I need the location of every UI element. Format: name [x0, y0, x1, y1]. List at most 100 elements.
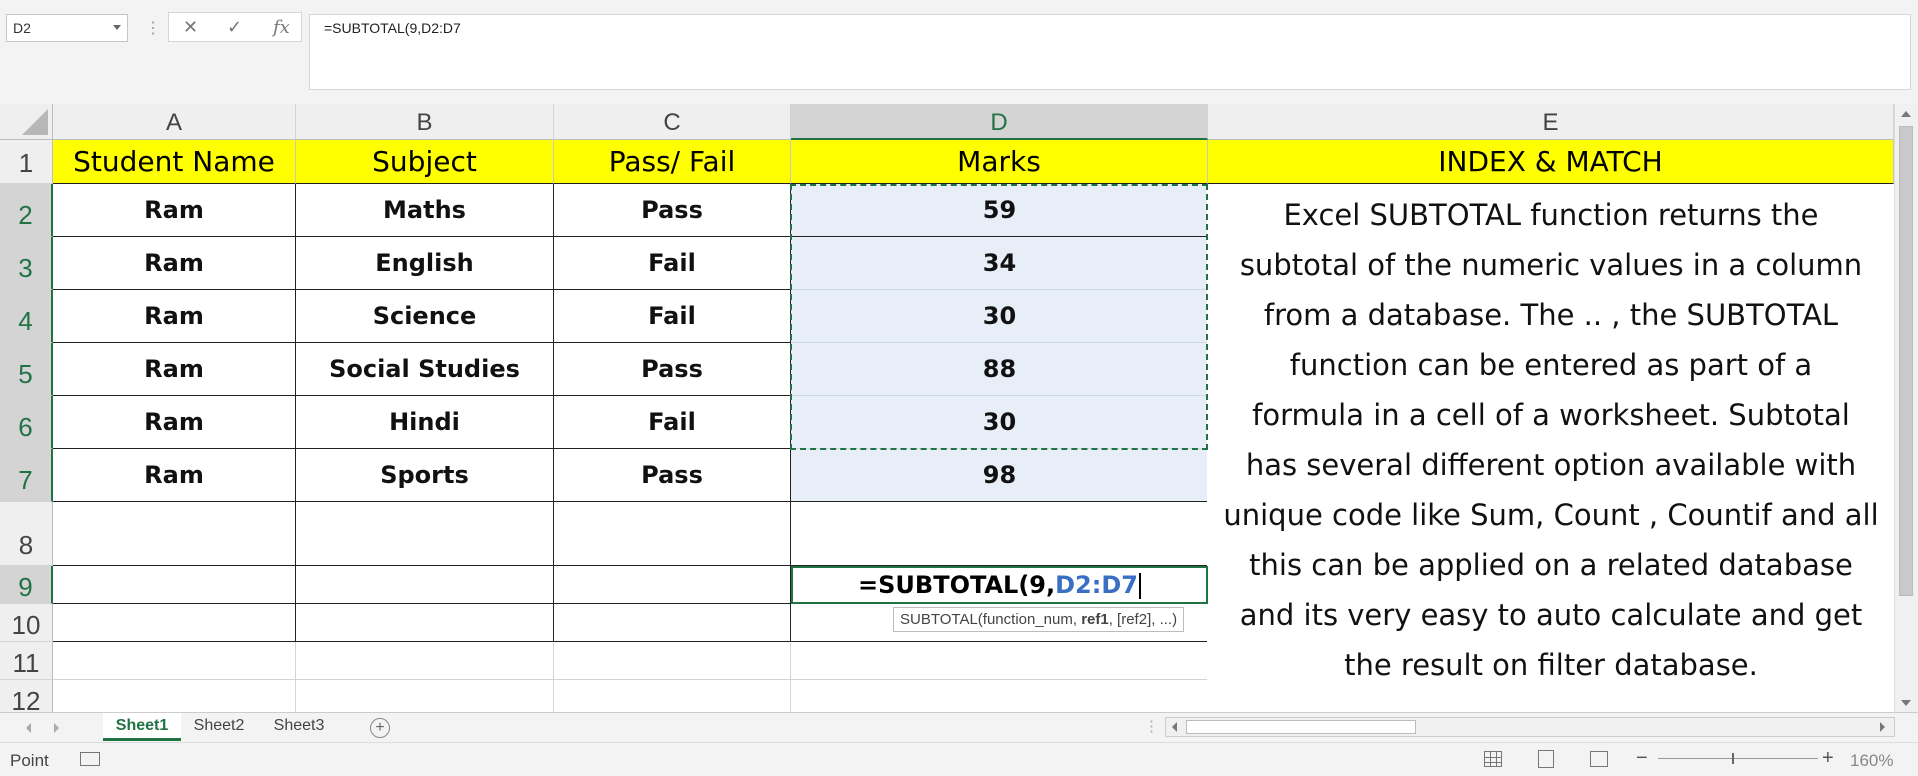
- chevron-down-icon[interactable]: [113, 25, 121, 30]
- scroll-right-icon[interactable]: [1880, 722, 1885, 732]
- cell-d12[interactable]: [791, 680, 1208, 716]
- horizontal-scroll-thumb[interactable]: [1186, 720, 1416, 734]
- cell-b6[interactable]: Hindi: [296, 396, 554, 449]
- row-header-10[interactable]: 10: [0, 604, 53, 642]
- row-header-6[interactable]: 6: [0, 396, 53, 449]
- row-header-12[interactable]: 12: [0, 680, 53, 716]
- cell-c2[interactable]: Pass: [554, 184, 791, 237]
- cell-a2[interactable]: Ram: [53, 184, 296, 237]
- zoom-level[interactable]: 160%: [1850, 751, 1893, 771]
- tab-sheet2[interactable]: Sheet2: [183, 713, 255, 741]
- macro-record-icon[interactable]: [80, 752, 100, 766]
- row-header-5[interactable]: 5: [0, 343, 53, 396]
- cell-a1[interactable]: Student Name: [53, 140, 296, 184]
- cell-b2[interactable]: Maths: [296, 184, 554, 237]
- cell-a11[interactable]: [53, 642, 296, 680]
- tab-sheet3[interactable]: Sheet3: [264, 713, 334, 741]
- cell-e1[interactable]: INDEX & MATCH: [1208, 140, 1894, 184]
- cell-c4[interactable]: Fail: [554, 290, 791, 343]
- cell-d8[interactable]: [791, 502, 1208, 566]
- column-header-d[interactable]: D: [791, 104, 1208, 140]
- formula-bar-grip-icon[interactable]: ⋮: [145, 18, 161, 38]
- cell-a8[interactable]: [53, 502, 296, 566]
- description-text[interactable]: Excel SUBTOTAL function returns the subto…: [1207, 188, 1894, 716]
- column-header-e[interactable]: E: [1208, 104, 1894, 140]
- cell-b7[interactable]: Sports: [296, 449, 554, 502]
- cell-a3[interactable]: Ram: [53, 237, 296, 290]
- cell-c5[interactable]: Pass: [554, 343, 791, 396]
- cell-a10[interactable]: [53, 604, 296, 642]
- cell-d6[interactable]: 30: [791, 396, 1208, 449]
- function-tooltip[interactable]: SUBTOTAL(function_num, ref1, [ref2], ...…: [893, 607, 1185, 632]
- cell-c7[interactable]: Pass: [554, 449, 791, 502]
- row-header-8[interactable]: 8: [0, 502, 53, 566]
- cell-a6[interactable]: Ram: [53, 396, 296, 449]
- select-all-corner[interactable]: [0, 104, 53, 140]
- cell-d3[interactable]: 34: [791, 237, 1208, 290]
- tab-scroll-left-icon[interactable]: [26, 723, 31, 733]
- page-break-preview-icon[interactable]: [1590, 751, 1608, 767]
- cell-d9-editor[interactable]: =SUBTOTAL(9,D2:D7: [791, 566, 1208, 604]
- cell-b4[interactable]: Science: [296, 290, 554, 343]
- cell-a5[interactable]: Ram: [53, 343, 296, 396]
- cell-c12[interactable]: [554, 680, 791, 716]
- cell-b1[interactable]: Subject: [296, 140, 554, 184]
- name-box[interactable]: D2: [6, 14, 128, 42]
- horizontal-scrollbar[interactable]: [1165, 717, 1895, 737]
- vertical-scrollbar[interactable]: [1894, 104, 1918, 716]
- vertical-scroll-thumb[interactable]: [1899, 126, 1913, 596]
- worksheet-grid[interactable]: A B C D E 1 2 3 4 5 6 7 8 9 10 11 12 Stu…: [0, 104, 1894, 716]
- column-header-a[interactable]: A: [53, 104, 296, 140]
- cell-d5[interactable]: 88: [791, 343, 1208, 396]
- cell-c9[interactable]: [554, 566, 791, 604]
- tab-splitter-icon[interactable]: ⋮: [1144, 717, 1159, 735]
- x-icon[interactable]: ✕: [183, 17, 198, 38]
- cell-d4[interactable]: 30: [791, 290, 1208, 343]
- cell-b3[interactable]: English: [296, 237, 554, 290]
- cell-c6[interactable]: Fail: [554, 396, 791, 449]
- formula-input[interactable]: =SUBTOTAL(9,D2:D7: [309, 14, 1911, 90]
- scroll-down-icon[interactable]: [1901, 700, 1911, 706]
- fx-icon[interactable]: fx: [273, 17, 290, 38]
- cell-a9[interactable]: [53, 566, 296, 604]
- page-layout-icon[interactable]: [1538, 750, 1554, 768]
- zoom-slider[interactable]: [1658, 758, 1818, 759]
- check-icon[interactable]: ✓: [227, 17, 242, 38]
- cell-b11[interactable]: [296, 642, 554, 680]
- zoom-in-icon[interactable]: +: [1822, 747, 1834, 770]
- row-header-4[interactable]: 4: [0, 290, 53, 343]
- cell-a12[interactable]: [53, 680, 296, 716]
- cell-b8[interactable]: [296, 502, 554, 566]
- cell-c10[interactable]: [554, 604, 791, 642]
- scroll-up-icon[interactable]: [1901, 111, 1911, 117]
- cell-d2[interactable]: 59: [791, 184, 1208, 237]
- cell-a7[interactable]: Ram: [53, 449, 296, 502]
- cell-c3[interactable]: Fail: [554, 237, 791, 290]
- normal-view-icon[interactable]: [1484, 751, 1502, 767]
- row-header-7[interactable]: 7: [0, 449, 53, 502]
- cell-b5[interactable]: Social Studies: [296, 343, 554, 396]
- cell-c1[interactable]: Pass/ Fail: [554, 140, 791, 184]
- scroll-left-icon[interactable]: [1172, 722, 1177, 732]
- column-header-b[interactable]: B: [296, 104, 554, 140]
- row-header-2[interactable]: 2: [0, 184, 53, 237]
- cell-a4[interactable]: Ram: [53, 290, 296, 343]
- cell-d11[interactable]: [791, 642, 1208, 680]
- row-header-1[interactable]: 1: [0, 140, 53, 184]
- cell-d7[interactable]: 98: [791, 449, 1208, 502]
- cell-b9[interactable]: [296, 566, 554, 604]
- tab-sheet1[interactable]: Sheet1: [103, 713, 181, 741]
- cell-b10[interactable]: [296, 604, 554, 642]
- column-header-c[interactable]: C: [554, 104, 791, 140]
- add-sheet-icon[interactable]: +: [370, 718, 390, 738]
- zoom-slider-thumb[interactable]: [1732, 753, 1734, 764]
- tab-scroll-right-icon[interactable]: [54, 723, 59, 733]
- cell-c11[interactable]: [554, 642, 791, 680]
- zoom-out-icon[interactable]: −: [1636, 747, 1648, 770]
- row-header-11[interactable]: 11: [0, 642, 53, 680]
- cell-d1[interactable]: Marks: [791, 140, 1208, 184]
- row-header-3[interactable]: 3: [0, 237, 53, 290]
- row-header-9[interactable]: 9: [0, 566, 53, 604]
- cell-b12[interactable]: [296, 680, 554, 716]
- cell-c8[interactable]: [554, 502, 791, 566]
